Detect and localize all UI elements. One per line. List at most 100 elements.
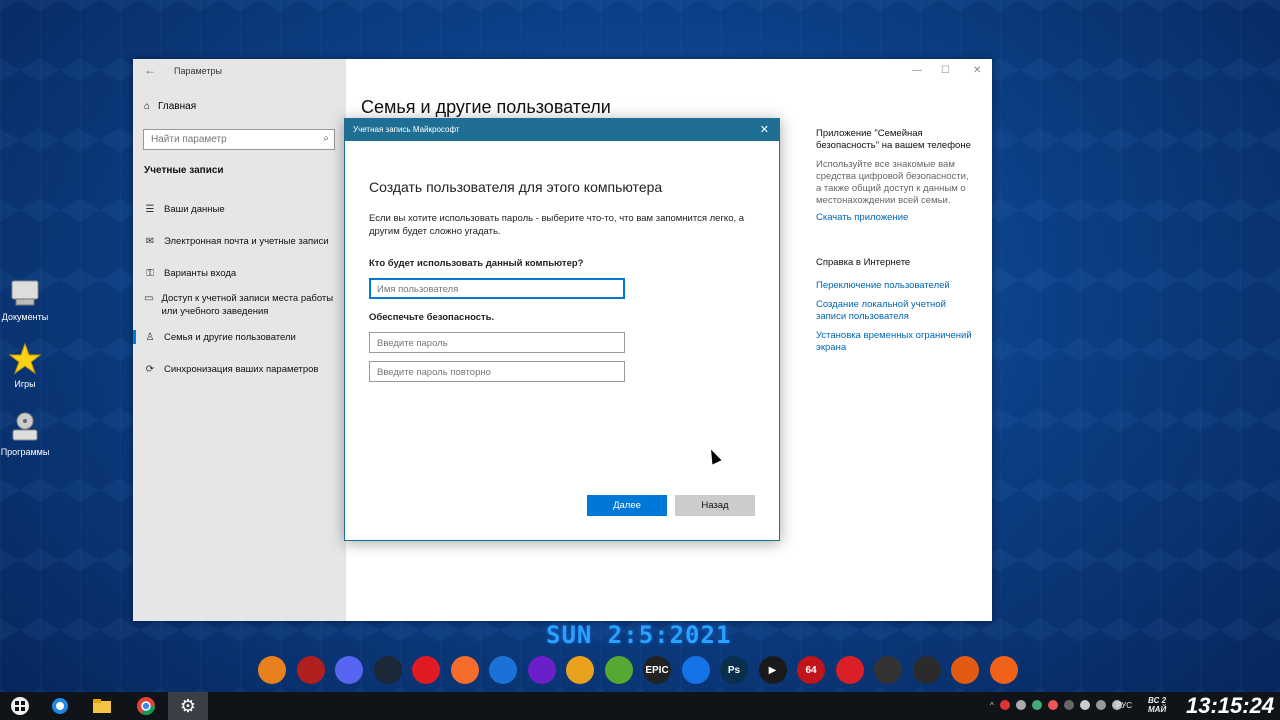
chrome-canary-icon[interactable]	[566, 656, 594, 684]
computer-icon	[8, 275, 42, 309]
dota-icon[interactable]	[296, 656, 325, 684]
sidebar-item-label: Семья и другие пользователи	[164, 332, 296, 343]
chevron-up-icon[interactable]: ^	[990, 701, 994, 710]
desktop-icon-games[interactable]: Игры	[0, 342, 50, 389]
sidebar-home[interactable]: ⌂ Главная	[144, 101, 196, 112]
home-icon: ⌂	[144, 101, 151, 112]
help-link-screen-time[interactable]: Установка временных ограничений экрана	[816, 330, 976, 354]
sidebar-item-label: Доступ к учетной записи места работы или…	[161, 293, 334, 317]
start-icon	[11, 697, 29, 715]
disc-drive-icon	[8, 410, 42, 444]
desktop-icon-label: Игры	[14, 379, 36, 389]
page-title: Семья и другие пользователи	[361, 97, 611, 117]
briefcase-icon: ▭	[144, 293, 154, 304]
family-app-description: Используйте все знакомые вам средства ци…	[816, 159, 969, 206]
help-link-switch-users[interactable]: Переключение пользователей	[816, 280, 976, 292]
sidebar-item-work-access[interactable]: ▭ Доступ к учетной записи места работы и…	[144, 292, 344, 318]
obs-icon[interactable]	[912, 656, 941, 684]
sidebar-item-label: Электронная почта и учетные записи	[164, 236, 329, 247]
sidebar-item-label: Синхронизация ваших параметров	[164, 364, 319, 375]
record-icon[interactable]	[999, 700, 1010, 710]
opera-icon[interactable]	[412, 656, 440, 684]
person-card-icon: ☰	[145, 204, 155, 215]
sidebar-item-label: Ваши данные	[164, 204, 225, 215]
counter-strike-icon[interactable]	[258, 656, 286, 684]
desktop-date-text: SUN 2:5:2021	[546, 621, 732, 649]
uplay-icon[interactable]	[489, 656, 517, 684]
photoshop-icon[interactable]: Ps	[720, 656, 748, 684]
family-app-heading: Приложение "Семейная безопасность" на ва…	[816, 128, 971, 151]
steam-tray-icon[interactable]	[1031, 700, 1042, 710]
next-button[interactable]: Далее	[587, 495, 667, 516]
desktop-icon-label: Программы	[0, 447, 50, 457]
app-dock: EPIC Ps ▶ 64	[258, 656, 1018, 684]
aida64-icon[interactable]: 64	[797, 656, 825, 684]
key-icon: ⚿	[146, 268, 154, 279]
settings-sidebar: ← Параметры ⌂ Главная Найти параметр ⌕ У…	[133, 59, 346, 621]
wargaming-icon[interactable]	[874, 656, 902, 684]
gear-icon: ⚙	[179, 695, 197, 716]
ring-app-icon[interactable]	[527, 656, 556, 684]
search-placeholder: Найти параметр	[151, 134, 227, 145]
dialog-close-icon[interactable]: ✕	[760, 123, 769, 136]
search-icon: ⌕	[323, 133, 329, 144]
minimize-button[interactable]: —	[912, 65, 922, 76]
taskbar-date[interactable]: ВС 2 МАЙ	[1148, 696, 1166, 714]
taskbar-clock[interactable]: 13:15:24	[1186, 693, 1274, 719]
dialog-title: Создать пользователя для этого компьютер…	[369, 179, 663, 195]
settings-search-input[interactable]: Найти параметр ⌕	[143, 129, 335, 150]
sidebar-item-your-info[interactable]: ☰ Ваши данные	[144, 203, 225, 216]
download-app-link[interactable]: Скачать приложение	[816, 212, 976, 224]
telegram-like-icon[interactable]	[989, 656, 1018, 684]
sidebar-item-sync[interactable]: ⟳ Синхронизация ваших параметров	[144, 363, 319, 376]
taskbar-chrome[interactable]	[126, 692, 166, 720]
browser-icon	[52, 698, 68, 714]
system-tray: ^	[990, 700, 1122, 710]
clock-icon[interactable]	[1015, 700, 1026, 710]
taskbar: ⚙ ^ РУС ВС 2 МАЙ 13:15:24	[0, 692, 1280, 720]
close-button[interactable]: ✕	[973, 65, 981, 76]
window-title: Параметры	[174, 66, 222, 76]
desktop-icon-documents[interactable]: Документы	[0, 275, 50, 322]
back-arrow-icon[interactable]: ←	[144, 63, 156, 77]
taskbar-browser[interactable]	[40, 692, 80, 720]
desktop-icon-programs[interactable]: Программы	[0, 410, 50, 457]
online-help-heading: Справка в Интернете	[816, 257, 911, 268]
help-link-local-account[interactable]: Создание локальной учетной записи пользо…	[816, 299, 976, 323]
taskbar-settings[interactable]: ⚙	[168, 692, 208, 720]
steam-icon[interactable]	[373, 656, 402, 684]
who-uses-label: Кто будет использовать данный компьютер?	[369, 258, 584, 269]
month-label: МАЙ	[1148, 705, 1167, 714]
media-player-icon[interactable]: ▶	[758, 656, 787, 684]
start-button[interactable]	[0, 692, 40, 720]
mask-app-icon[interactable]	[951, 656, 979, 684]
dialog-header: Учетная запись Майкрософт ✕	[345, 119, 779, 141]
microsoft-account-dialog: Учетная запись Майкрософт ✕ Создать поль…	[344, 118, 780, 541]
origin-icon[interactable]	[450, 656, 479, 684]
desktop-icon-label: Документы	[1, 312, 49, 322]
epic-games-icon[interactable]: EPIC	[643, 656, 671, 684]
dialog-header-title: Учетная запись Майкрософт	[353, 125, 460, 134]
utorrent-icon[interactable]	[604, 656, 633, 684]
discord-icon[interactable]	[335, 656, 363, 684]
sync-icon: ⟳	[145, 364, 155, 375]
maximize-button[interactable]: ☐	[941, 65, 950, 76]
usb-icon[interactable]	[1079, 700, 1090, 710]
app-tray-icon[interactable]	[1047, 700, 1058, 710]
network-icon[interactable]	[1095, 700, 1106, 710]
sidebar-item-sign-in-options[interactable]: ⚿ Варианты входа	[144, 267, 236, 280]
folder-icon	[93, 699, 111, 713]
sidebar-section-title: Учетные записи	[144, 165, 224, 176]
app-store-icon[interactable]	[681, 656, 710, 684]
creative-cloud-icon[interactable]	[835, 656, 864, 684]
password-repeat-field[interactable]: Введите пароль повторно	[369, 361, 625, 382]
gamepad-icon[interactable]	[1063, 700, 1074, 710]
taskbar-file-explorer[interactable]	[82, 692, 122, 720]
sidebar-home-label: Главная	[158, 101, 197, 112]
username-field[interactable]: Имя пользователя	[369, 278, 625, 299]
password-field[interactable]: Введите пароль	[369, 332, 625, 353]
back-button[interactable]: Назад	[675, 495, 755, 516]
language-indicator[interactable]: РУС	[1116, 701, 1132, 710]
sidebar-item-family[interactable]: ♙ Семья и другие пользователи	[144, 331, 296, 344]
sidebar-item-email[interactable]: ✉ Электронная почта и учетные записи	[144, 235, 329, 248]
